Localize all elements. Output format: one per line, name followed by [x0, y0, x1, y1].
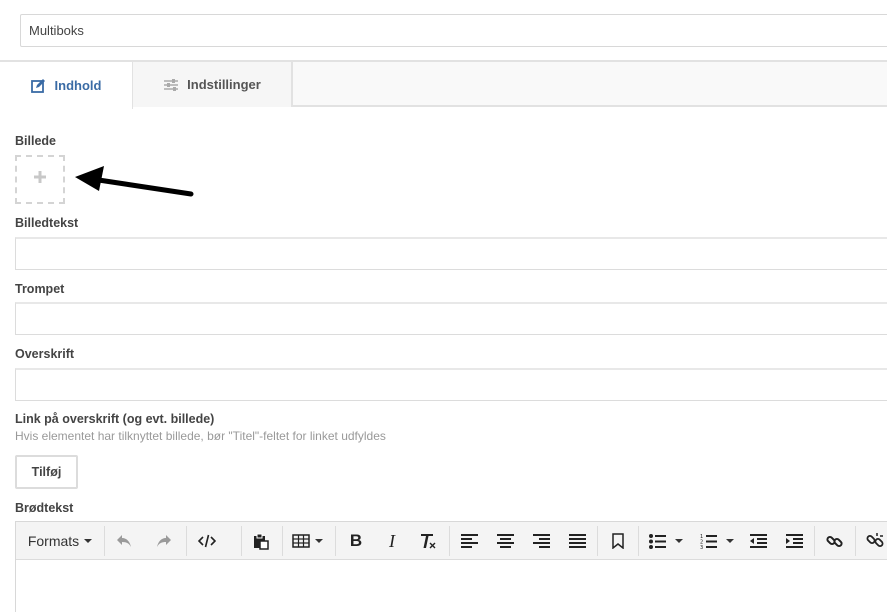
align-left-button[interactable]	[454, 522, 484, 560]
align-center-icon	[496, 534, 514, 548]
bullet-list-button[interactable]	[643, 522, 688, 560]
table-icon	[291, 534, 310, 548]
caret-down-icon	[314, 539, 323, 543]
link-hint: Hvis elementet har tilknyttet billede, b…	[15, 429, 386, 443]
bookmark-icon	[612, 533, 624, 549]
sliders-icon	[163, 77, 179, 93]
editor-content-area[interactable]	[16, 560, 887, 612]
unlink-button[interactable]	[860, 522, 887, 560]
tab-indhold[interactable]: Indhold	[0, 62, 133, 109]
undo-icon	[117, 535, 131, 547]
formats-dropdown[interactable]: Formats	[16, 522, 104, 560]
arrow-annotation-icon	[75, 166, 194, 197]
italic-icon: I	[389, 530, 395, 551]
outdent-icon	[749, 534, 767, 548]
svg-text:3: 3	[700, 545, 703, 549]
formats-label: Formats	[27, 533, 80, 549]
redo-button[interactable]	[149, 522, 179, 560]
name-input[interactable]: Multiboks	[20, 14, 887, 47]
tab-bar: Indhold Indstillinger	[0, 60, 887, 109]
bold-icon: B	[349, 531, 363, 550]
clear-format-button[interactable]	[413, 522, 443, 560]
justify-button[interactable]	[562, 522, 592, 560]
source-code-icon	[198, 534, 216, 548]
tab-indstillinger[interactable]: Indstillinger	[133, 62, 293, 107]
body-label: Brødtekst	[15, 501, 74, 515]
plus-icon	[33, 170, 47, 189]
bold-button[interactable]: B	[341, 522, 371, 560]
caret-down-icon	[84, 539, 93, 543]
source-code-button[interactable]	[192, 522, 222, 560]
numbered-list-button[interactable]: 123	[694, 522, 739, 560]
rich-text-editor: Formats B I 1 2 3	[15, 521, 887, 612]
image-label: Billede	[15, 134, 56, 148]
outdent-button[interactable]	[743, 522, 773, 560]
caret-down-icon	[674, 539, 683, 543]
editor-toolbar: Formats B I 1 2 3	[16, 522, 887, 560]
trumpet-label: Trompet	[15, 282, 65, 296]
redo-icon	[157, 535, 171, 547]
undo-button[interactable]	[109, 522, 139, 560]
paste-icon	[254, 533, 269, 550]
caret-down-icon	[725, 539, 734, 543]
paste-button[interactable]	[246, 522, 276, 560]
trumpet-input[interactable]	[15, 302, 887, 335]
justify-icon	[568, 534, 586, 548]
align-right-icon	[532, 534, 550, 548]
clear-format-icon	[421, 534, 436, 549]
numbered-list-icon: 123	[700, 534, 717, 549]
align-center-button[interactable]	[490, 522, 520, 560]
tab-indhold-label: Indhold	[54, 78, 102, 93]
heading-label: Overskrift	[15, 347, 75, 361]
edit-icon	[31, 78, 47, 94]
link-icon	[825, 535, 843, 547]
italic-button[interactable]: I	[377, 522, 407, 560]
add-link-button[interactable]: Tilføj	[15, 455, 78, 489]
bullet-list-icon	[648, 533, 666, 549]
indent-button[interactable]	[779, 522, 809, 560]
table-button[interactable]	[287, 522, 327, 560]
indent-icon	[785, 534, 803, 548]
bookmark-button[interactable]	[603, 522, 633, 560]
unlink-icon	[866, 533, 884, 547]
align-left-icon	[460, 534, 478, 548]
caption-label: Billedtekst	[15, 216, 79, 230]
tab-indstillinger-label: Indstillinger	[187, 77, 261, 92]
heading-input[interactable]	[15, 368, 887, 401]
image-upload-button[interactable]	[15, 155, 65, 204]
link-label: Link på overskrift (og evt. billede)	[15, 412, 215, 426]
align-right-button[interactable]	[526, 522, 556, 560]
link-button[interactable]	[819, 522, 849, 560]
caption-input[interactable]	[15, 237, 887, 270]
